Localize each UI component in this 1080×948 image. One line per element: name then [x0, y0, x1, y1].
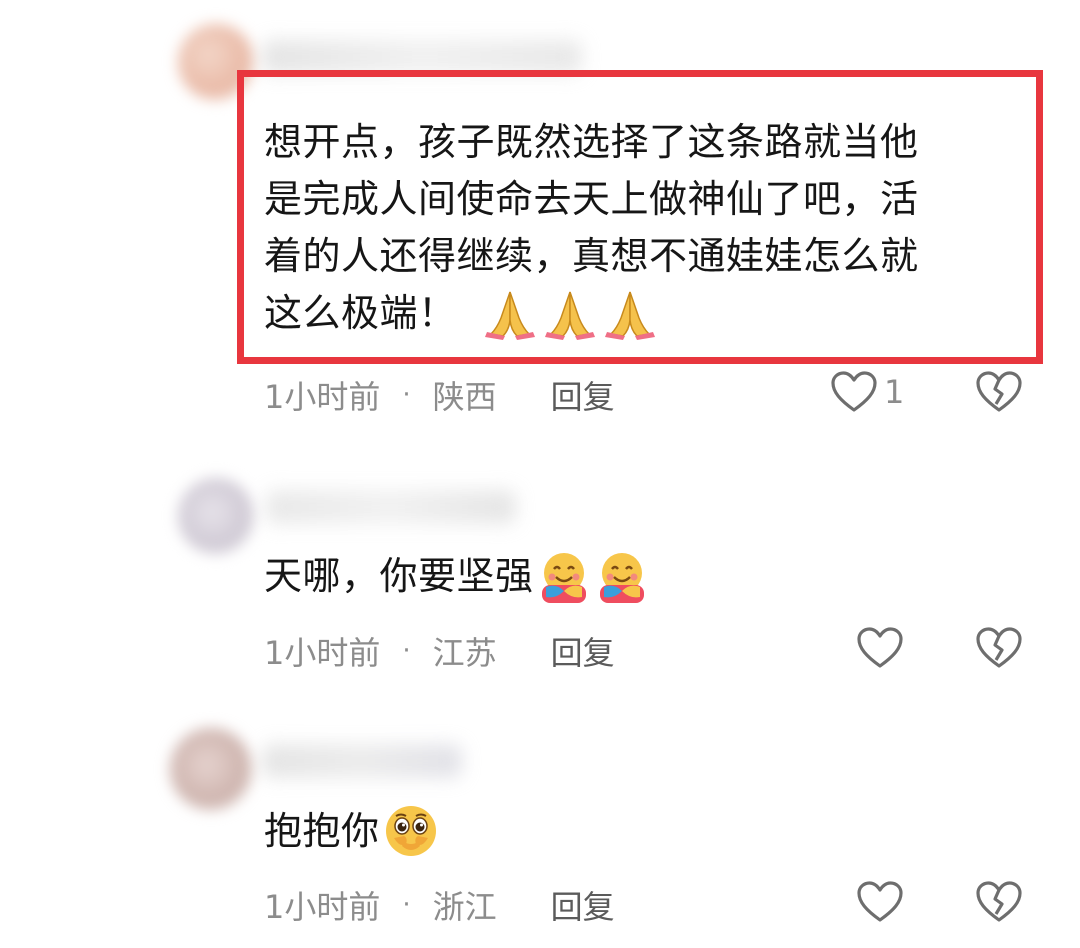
hugging-face-icon: [541, 552, 586, 603]
comment-line-text: 这么极端！: [264, 291, 457, 335]
comment-item-1: 想开点，孩子既然选择了这条路就当他 是完成人间使命去天上做神仙了吧，活 着的人还…: [0, 0, 1080, 420]
comment-item-2: 天哪，你要坚强 1小时前 · 江苏 回复: [0, 460, 1080, 690]
like-count: 1: [884, 373, 905, 411]
comment-line: 这么极端！: [264, 285, 919, 342]
comment-text: 想开点，孩子既然选择了这条路就当他 是完成人间使命去天上做神仙了吧，活 着的人还…: [264, 114, 919, 342]
location: 浙江: [432, 888, 497, 926]
username-blurred[interactable]: [262, 40, 582, 74]
pleading-face-icon: [385, 806, 436, 856]
timestamp: 1小时前: [264, 888, 381, 926]
comment-item-3: 抱抱你 1小时前 · 浙江 回复: [0, 706, 1080, 948]
comment-meta: 1小时前 · 浙江 回复: [264, 882, 615, 928]
comment-text: 天哪，你要坚强: [264, 548, 650, 605]
dislike-button[interactable]: [974, 880, 1024, 928]
separator-dot: ·: [402, 636, 411, 666]
location: 陕西: [432, 378, 497, 416]
dislike-button[interactable]: [974, 626, 1024, 674]
comment-meta: 1小时前 · 江苏 回复: [264, 628, 615, 674]
separator-dot: ·: [402, 380, 411, 410]
like-button[interactable]: [856, 880, 904, 924]
comment-line: 想开点，孩子既然选择了这条路就当他: [264, 120, 919, 164]
comment-meta: 1小时前 · 陕西 回复: [264, 372, 615, 418]
timestamp: 1小时前: [264, 378, 381, 416]
broken-heart-icon: [976, 627, 1022, 668]
broken-heart-icon: [976, 881, 1022, 922]
separator-dot: ·: [402, 890, 411, 920]
reply-button[interactable]: 回复: [551, 882, 615, 928]
folded-hands-icon: [484, 291, 535, 340]
heart-icon: [831, 371, 877, 412]
username-blurred[interactable]: [262, 744, 462, 778]
timestamp: 1小时前: [264, 634, 381, 672]
folded-hands-icon: [544, 291, 595, 340]
like-button[interactable]: [856, 626, 904, 670]
reply-button[interactable]: 回复: [551, 372, 615, 418]
heart-icon: [857, 881, 903, 922]
comment-text: 抱抱你: [264, 802, 440, 860]
comment-line-text: 天哪，你要坚强: [264, 554, 534, 598]
dislike-button[interactable]: [974, 370, 1024, 418]
hugging-face-icon: [599, 552, 644, 603]
reply-button[interactable]: 回复: [551, 628, 615, 674]
comment-line-text: 抱抱你: [264, 808, 380, 853]
heart-icon: [857, 627, 903, 668]
avatar[interactable]: [178, 478, 254, 554]
location: 江苏: [432, 634, 497, 672]
like-button[interactable]: 1: [830, 370, 904, 414]
comment-line: 是完成人间使命去天上做神仙了吧，活: [264, 177, 919, 221]
comment-line: 着的人还得继续，真想不通娃娃怎么就: [264, 234, 919, 278]
broken-heart-icon: [976, 371, 1022, 412]
username-blurred[interactable]: [266, 490, 516, 524]
folded-hands-icon: [604, 291, 655, 340]
avatar[interactable]: [170, 728, 252, 810]
